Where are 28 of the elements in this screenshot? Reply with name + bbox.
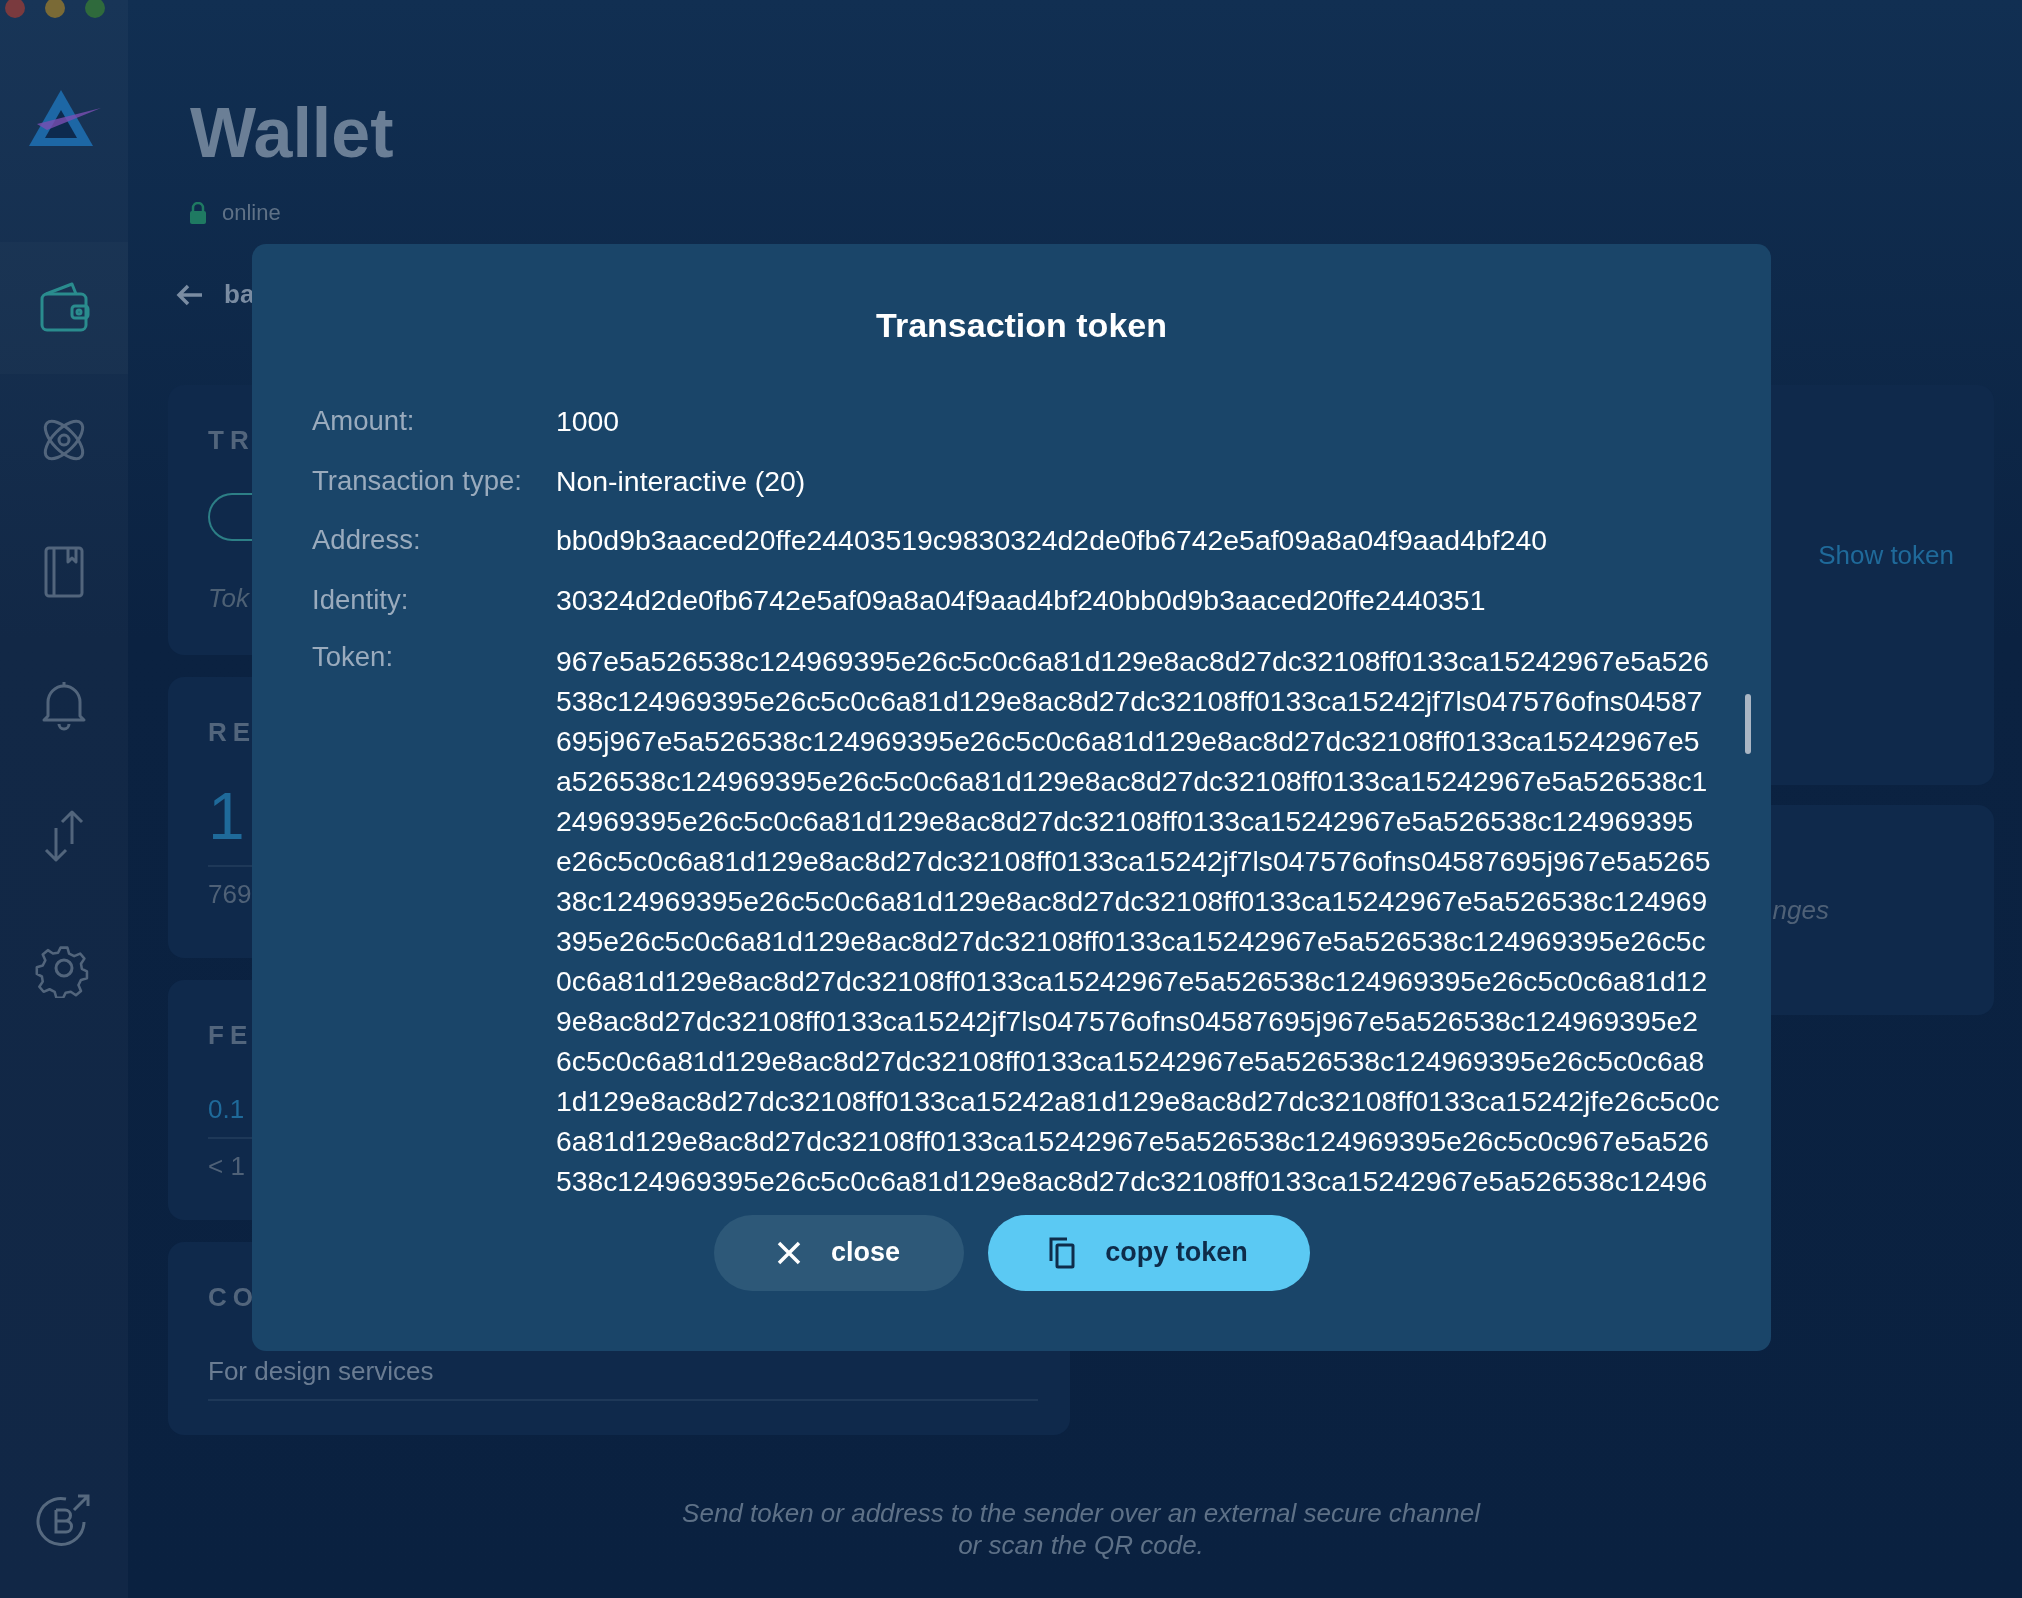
lock-icon [190,201,206,224]
copy-token-button[interactable]: copy token [987,1214,1310,1291]
converted-value: < 1 [208,1150,245,1183]
page-title: Wallet [190,98,395,168]
field-label: Address: [312,524,422,557]
field-label: Transaction type: [312,464,523,498]
field-label: Identity: [312,583,410,617]
field-value: 30324d2de0fb6742e5af09a8a04f9aad4bf240bb0d9b3aaced20ffe2440351 [556,583,1486,617]
dialog-title: Transaction token [875,305,1168,346]
section-label: CO [208,1282,259,1312]
converted-value: 769 [208,878,252,911]
hint-text: Send token or address to the sender over an external secure channel or scan the QR code. [681,1497,1482,1561]
status-text: online [222,199,281,227]
section-label: RE [208,717,257,747]
field-label: Token: [312,640,395,674]
back-arrow-icon[interactable] [176,282,204,307]
copy-icon [1049,1236,1076,1269]
field-value: Non-interactive (20) [556,464,806,498]
note-text: nges [1772,893,1829,927]
field-value: bb0d9b3aaced20ffe24403519c9830324d2de0fb6742e5af09a8a04f9aad4bf240 [556,524,1547,557]
section-label: FE [208,1020,254,1050]
field-value: 1000 [556,405,620,438]
token-field[interactable]: Tok [208,579,249,618]
show-token-link[interactable]: Show token [1818,535,1954,575]
close-button[interactable]: close [713,1214,964,1291]
section-label: TR [208,425,255,455]
field-label: Amount: [312,405,416,438]
close-icon [776,1240,801,1265]
